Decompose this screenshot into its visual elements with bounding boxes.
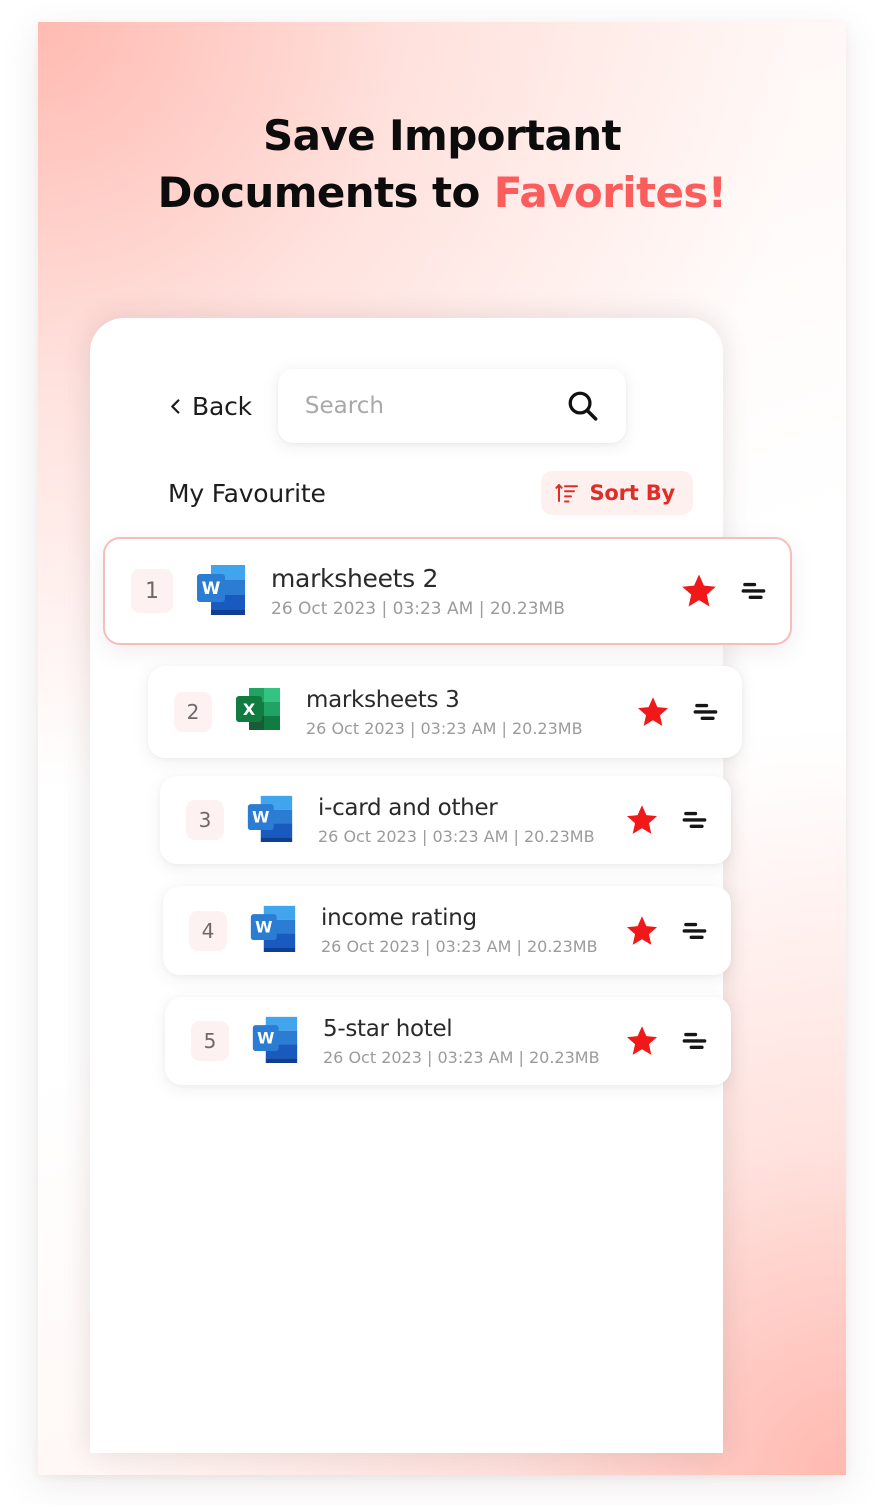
file-name: i-card and other: [318, 794, 498, 821]
word-document-icon: W: [251, 1013, 299, 1070]
file-details: 26 Oct 2023 | 03:23 AM | 20.23MB: [321, 937, 598, 956]
star-filled-icon[interactable]: [625, 803, 659, 837]
table-row[interactable]: 2 X marksheets 3 26 Oct 2023 | 03:23 AM …: [148, 666, 742, 758]
star-filled-icon[interactable]: [680, 572, 718, 610]
svg-text:W: W: [257, 1028, 274, 1047]
file-name: 5-star hotel: [323, 1015, 453, 1042]
file-name: marksheets 2: [271, 563, 439, 593]
screenshot-root: Save Important Documents to Favorites! B…: [0, 0, 875, 1505]
file-details: 26 Oct 2023 | 03:23 AM | 20.23MB: [318, 826, 595, 846]
word-document-icon: W: [249, 902, 297, 959]
favourites-list: 1 W marksheets 2 26 Oct 2023 | 03:23 AM …: [0, 0, 875, 1505]
table-row[interactable]: 3 W i-card and other 26 Oct 2023 | 03:23…: [160, 776, 731, 864]
excel-spreadsheet-icon: X: [234, 684, 282, 741]
row-rank-badge: 5: [191, 1021, 229, 1061]
row-rank-badge: 1: [131, 569, 173, 613]
svg-text:W: W: [255, 918, 272, 937]
word-document-icon: W: [246, 792, 294, 849]
row-meta: income rating 26 Oct 2023 | 03:23 AM | 2…: [321, 905, 625, 956]
table-row[interactable]: 1 W marksheets 2 26 Oct 2023 | 03:23 AM …: [103, 537, 792, 645]
file-details: 26 Oct 2023 | 03:23 AM | 20.23MB: [323, 1047, 600, 1067]
row-rank-badge: 4: [189, 910, 227, 951]
row-rank-badge: 3: [186, 800, 224, 840]
table-row[interactable]: 5 W 5-star hotel 26 Oct 2023 | 03:23 AM …: [165, 997, 731, 1085]
table-row[interactable]: 4 W income rating 26 Oct 2023 | 03:23 AM…: [163, 886, 731, 975]
row-meta: marksheets 3 26 Oct 2023 | 03:23 AM | 20…: [306, 687, 636, 738]
row-options-icon[interactable]: [681, 917, 709, 945]
row-meta: i-card and other 26 Oct 2023 | 03:23 AM …: [318, 795, 625, 846]
svg-text:W: W: [202, 579, 221, 599]
file-name: marksheets 3: [306, 686, 460, 713]
row-rank-badge: 2: [174, 692, 212, 732]
svg-text:X: X: [243, 700, 256, 719]
file-name: income rating: [321, 905, 477, 931]
svg-text:W: W: [252, 807, 269, 826]
word-document-icon: W: [195, 561, 247, 622]
file-details: 26 Oct 2023 | 03:23 AM | 20.23MB: [271, 598, 565, 619]
star-filled-icon[interactable]: [625, 914, 659, 948]
row-options-icon[interactable]: [681, 1027, 709, 1055]
row-options-icon[interactable]: [681, 806, 709, 834]
row-options-icon[interactable]: [692, 698, 720, 726]
row-meta: marksheets 2 26 Oct 2023 | 03:23 AM | 20…: [271, 564, 680, 619]
star-filled-icon[interactable]: [636, 695, 670, 729]
file-details: 26 Oct 2023 | 03:23 AM | 20.23MB: [306, 718, 583, 738]
star-filled-icon[interactable]: [625, 1024, 659, 1058]
row-meta: 5-star hotel 26 Oct 2023 | 03:23 AM | 20…: [323, 1016, 625, 1067]
row-options-icon[interactable]: [740, 577, 768, 605]
